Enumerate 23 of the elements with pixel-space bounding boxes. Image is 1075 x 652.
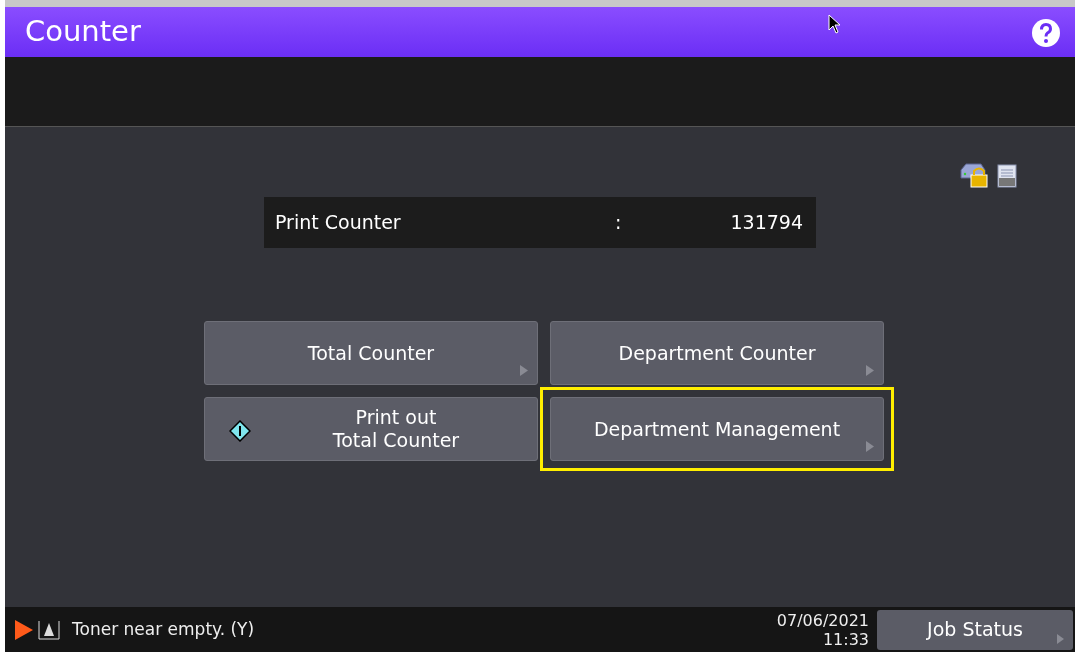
menu-button[interactable]: Department Management [550,397,884,461]
status-time: 11:33 [822,629,869,649]
toner-icon [38,619,60,640]
menu-button[interactable]: Print out Total Counter [204,397,538,461]
help-icon[interactable] [1031,18,1061,48]
mouse-pointer-icon [828,14,842,34]
play-icon [14,618,34,641]
status-date: 07/06/2021 [776,610,869,630]
arrow-icon [865,441,875,452]
status-message: Toner near empty. (Y) [72,617,255,641]
arrow-icon [519,365,529,376]
counter-separator: : [615,210,623,236]
window-title: Counter [25,13,141,51]
menu-button[interactable]: Department Counter [550,321,884,385]
document-icon [997,164,1017,188]
locked-drive-icon [959,162,989,188]
menu-button[interactable]: Total Counter [204,321,538,385]
arrow-icon [865,365,875,376]
start-diamond-icon [229,420,251,442]
counter-value: 131794 [729,210,803,236]
job-status-button[interactable]: Job Status [877,609,1073,650]
counter-label: Print Counter [275,210,402,236]
arrow-icon [1056,633,1065,644]
